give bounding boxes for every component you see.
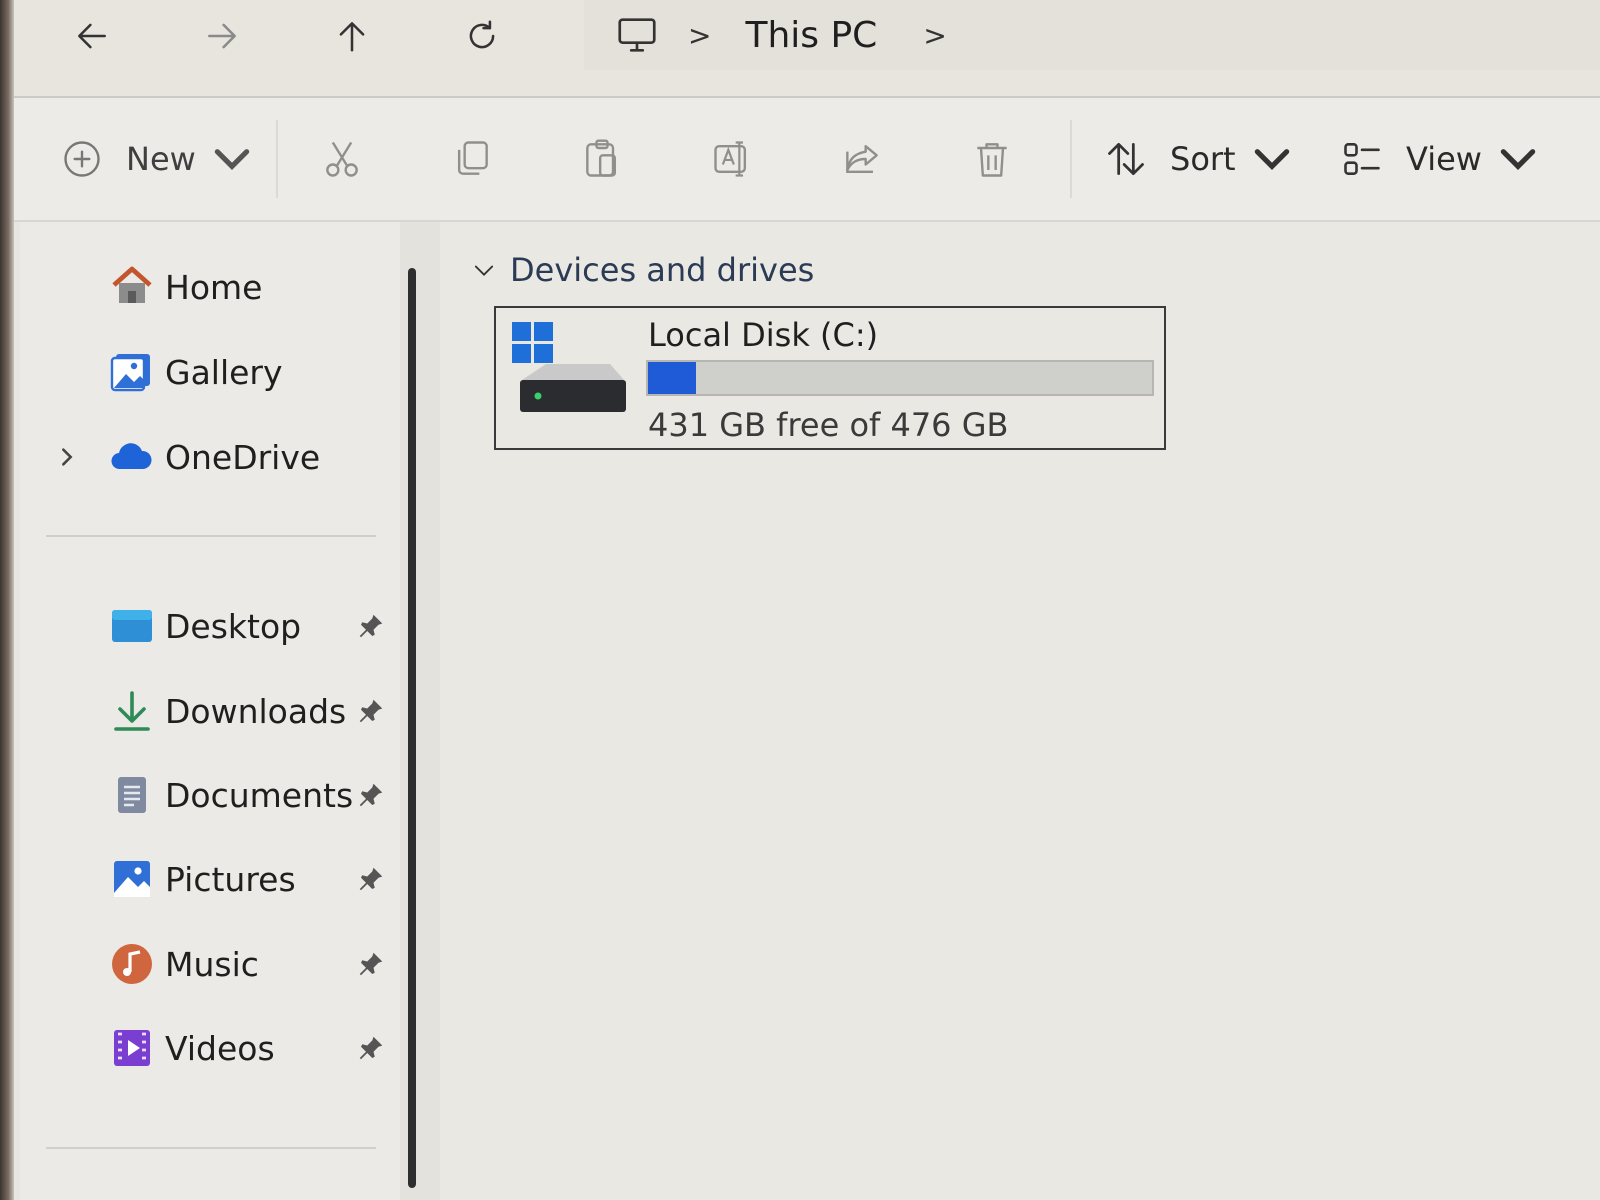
new-button[interactable]: New (60, 128, 254, 190)
back-button[interactable] (64, 8, 120, 64)
copy-icon (457, 141, 488, 175)
sidebar-item-gallery[interactable]: Gallery (20, 337, 400, 407)
chevron-right-icon[interactable]: > (923, 19, 946, 52)
breadcrumb-this-pc[interactable]: This PC (745, 15, 877, 56)
group-title: Devices and drives (510, 251, 815, 289)
sidebar-item-downloads[interactable]: Downloads (20, 676, 400, 746)
pin-icon[interactable] (356, 696, 386, 726)
delete-icon (977, 143, 1007, 177)
sidebar-item-label: Gallery (165, 352, 283, 392)
downloads-icon (114, 691, 150, 731)
pin-icon[interactable] (356, 611, 386, 641)
pin-icon[interactable] (356, 949, 386, 979)
chevron-down-icon (214, 149, 250, 170)
delete-button[interactable] (970, 128, 1014, 190)
rename-icon (714, 141, 747, 177)
pictures-icon (114, 861, 150, 897)
music-icon (112, 944, 152, 984)
paste-icon (586, 139, 617, 177)
arrow-up-icon (339, 22, 365, 52)
gallery-icon (110, 354, 150, 392)
copy-button[interactable] (450, 128, 494, 190)
view-icon (1344, 143, 1380, 175)
screen-bezel (0, 0, 14, 1200)
pin-icon[interactable] (356, 1033, 386, 1063)
drive-usage-fill (648, 362, 696, 394)
sidebar-scrollbar[interactable] (400, 222, 440, 1200)
videos-icon (114, 1030, 150, 1066)
chevron-right-icon[interactable] (56, 446, 78, 468)
sidebar-item-pictures[interactable]: Pictures (20, 844, 400, 914)
view-button[interactable]: View (1340, 128, 1540, 190)
chevron-down-icon (1254, 149, 1289, 170)
command-bar: New Sort View (14, 98, 1600, 222)
share-button[interactable] (840, 128, 884, 190)
sidebar-item-onedrive[interactable]: OneDrive (20, 422, 400, 492)
chevron-down-icon (474, 265, 494, 276)
sidebar-item-label: Downloads (165, 691, 347, 731)
onedrive-cloud-icon (111, 443, 152, 470)
sort-button-label: Sort (1170, 140, 1236, 178)
toolbar-divider (1070, 120, 1072, 198)
refresh-icon (469, 20, 495, 49)
address-bar: > This PC > (14, 0, 1600, 98)
sidebar-divider (46, 535, 376, 537)
sidebar-item-label: Music (165, 944, 259, 984)
sidebar-item-documents[interactable]: Documents (20, 760, 400, 830)
breadcrumb[interactable]: > This PC > (584, 0, 1600, 70)
pin-icon[interactable] (356, 864, 386, 894)
sidebar-item-label: OneDrive (165, 437, 321, 477)
devices-group-header[interactable]: Devices and drives (470, 250, 814, 290)
drive-name: Local Disk (C:) (648, 316, 879, 354)
sidebar-item-desktop[interactable]: Desktop (20, 591, 400, 661)
sort-icon (1108, 142, 1144, 176)
home-icon (112, 266, 152, 303)
sort-button[interactable]: Sort (1104, 128, 1294, 190)
paste-button[interactable] (580, 128, 624, 190)
toolbar-divider (276, 120, 278, 198)
arrow-left-icon (78, 23, 106, 49)
drive-tile-local-disk-c[interactable]: Local Disk (C:) 431 GB free of 476 GB (494, 306, 1166, 450)
drive-free-space: 431 GB free of 476 GB (648, 406, 1009, 444)
sidebar-item-music[interactable]: Music (20, 929, 400, 999)
view-button-label: View (1406, 140, 1482, 178)
windows-drive-icon (512, 322, 626, 412)
monitor-icon (618, 18, 656, 52)
up-button[interactable] (324, 8, 380, 64)
cut-icon (326, 141, 358, 177)
pin-icon[interactable] (356, 780, 386, 810)
sidebar-item-label: Pictures (165, 859, 296, 899)
sidebar-item-home[interactable]: Home (20, 252, 400, 322)
sidebar-item-label: Documents (165, 775, 354, 815)
sidebar-scrollbar-thumb[interactable] (408, 268, 416, 1188)
sidebar-item-label: Home (165, 267, 263, 307)
plus-circle-icon (64, 141, 100, 177)
share-icon (846, 144, 878, 174)
arrow-right-icon (208, 23, 236, 49)
sidebar-item-videos[interactable]: Videos (20, 1013, 400, 1083)
sidebar-item-label: Videos (165, 1028, 275, 1068)
sidebar-item-label: Desktop (165, 606, 302, 646)
forward-button[interactable] (194, 8, 250, 64)
navigation-pane: Home Gallery OneDrive Desktop Downloads … (20, 222, 400, 1200)
sidebar-divider (46, 1147, 376, 1149)
cut-button[interactable] (320, 128, 364, 190)
new-button-label: New (126, 140, 196, 178)
documents-icon (118, 777, 146, 813)
desktop-folder-icon (112, 610, 152, 642)
rename-button[interactable] (710, 128, 754, 190)
chevron-right-icon[interactable]: > (688, 19, 711, 52)
drive-usage-bar (646, 360, 1154, 396)
chevron-down-icon (1500, 149, 1536, 170)
refresh-button[interactable] (454, 8, 510, 64)
